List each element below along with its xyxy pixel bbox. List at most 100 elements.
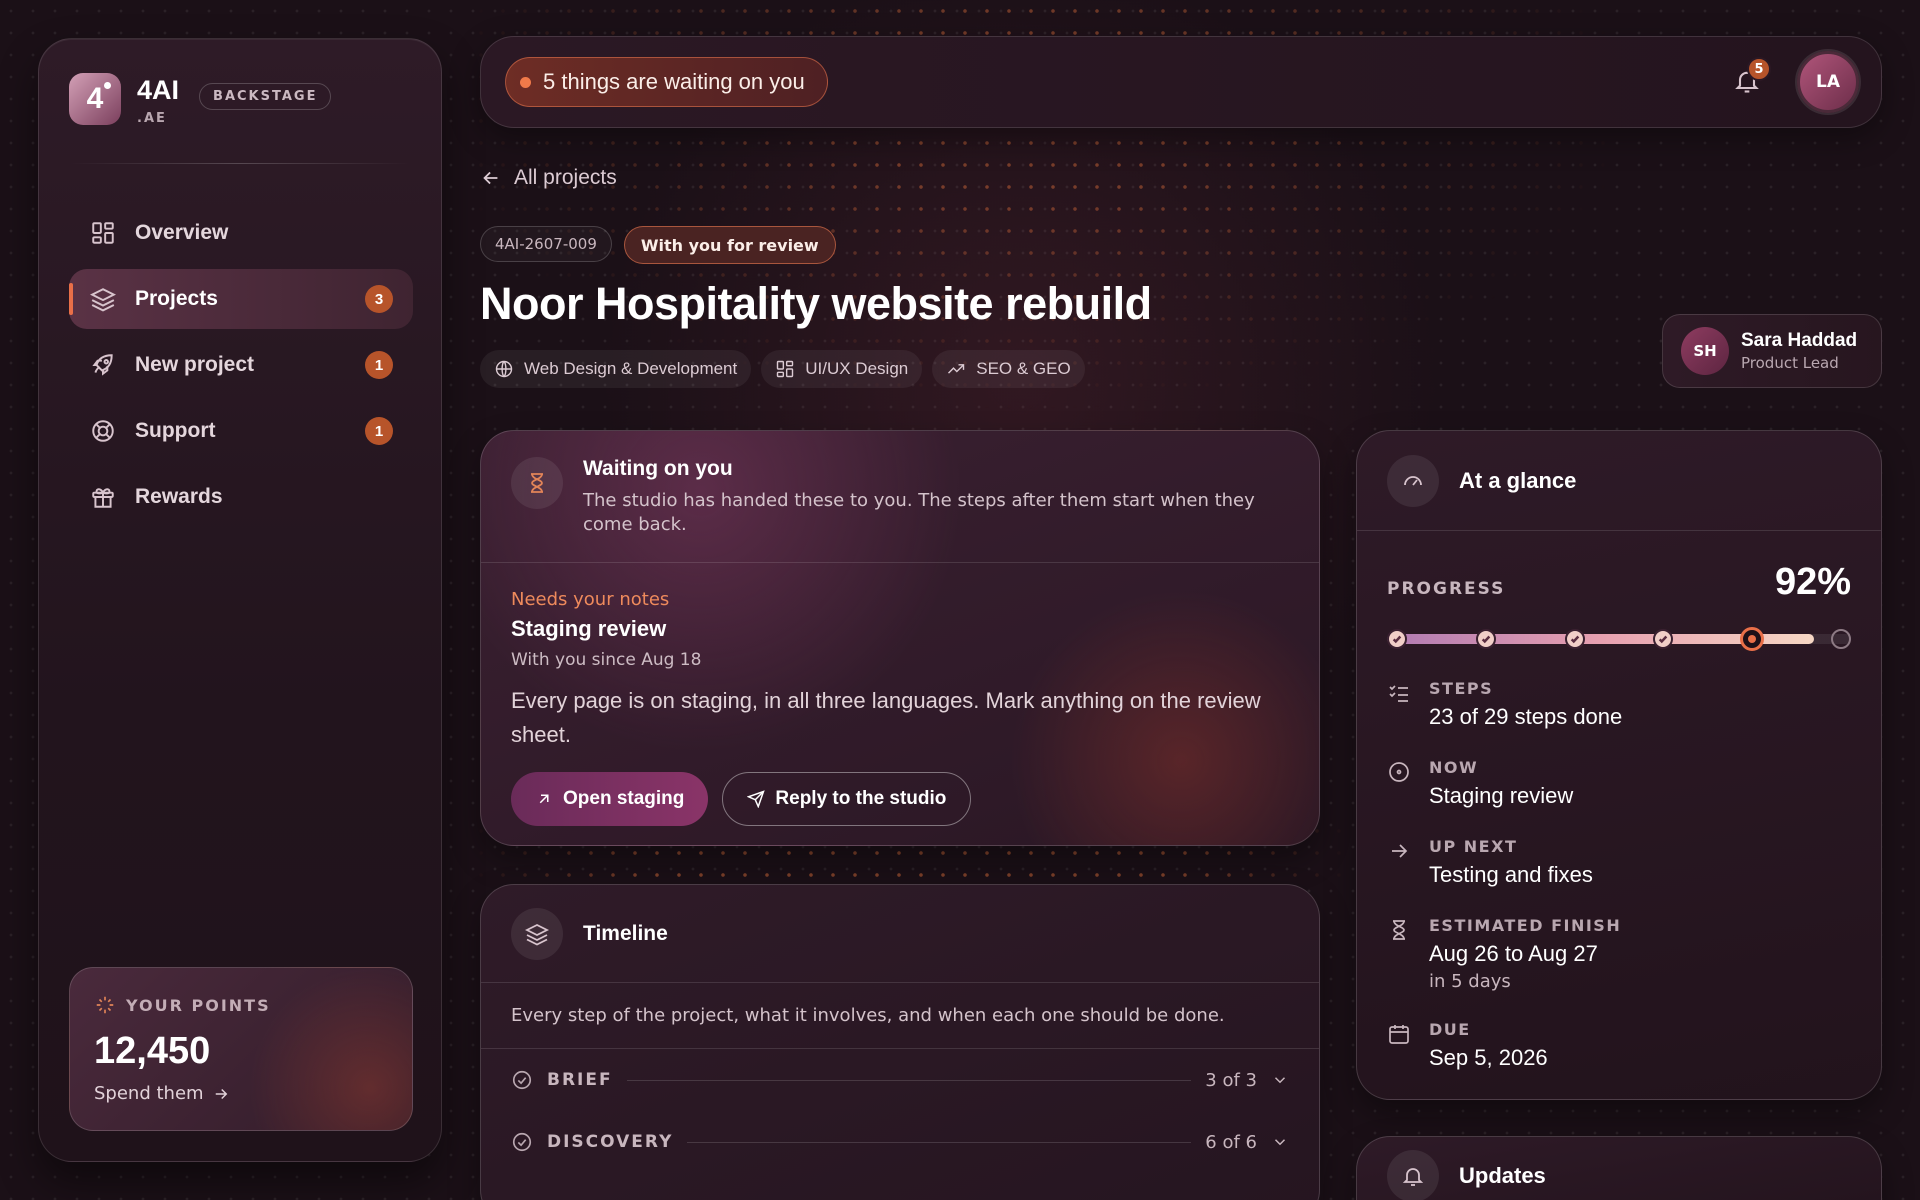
- rocket-icon: [89, 351, 117, 379]
- notification-count-badge: 5: [1747, 57, 1771, 81]
- facts-list: STEPS 23 of 29 steps done NOW Staging revi…: [1387, 679, 1851, 1099]
- notifications-button[interactable]: 5: [1733, 57, 1771, 97]
- brand[interactable]: 4 4AI .AE BACKSTAGE: [69, 73, 332, 126]
- card-header: Timeline: [481, 885, 1319, 983]
- brand-sub: .AE: [137, 111, 167, 126]
- grid-icon: [89, 219, 117, 247]
- fact-label: DUE: [1429, 1020, 1471, 1039]
- fact-now: NOW Staging review: [1387, 758, 1851, 809]
- lifebuoy-icon: [89, 417, 117, 445]
- card-header: At a glance: [1357, 431, 1881, 531]
- waiting-on-you-card: Waiting on you The studio has handed the…: [480, 430, 1320, 846]
- fact-label: UP NEXT: [1429, 837, 1518, 856]
- fact-value: Sep 5, 2026: [1429, 1045, 1548, 1070]
- back-to-projects-link[interactable]: All projects: [480, 166, 617, 190]
- lead-avatar: SH: [1681, 327, 1729, 375]
- sidebar-item-new-project[interactable]: New project 1: [69, 335, 413, 395]
- layers-icon: [511, 907, 563, 960]
- waiting-on-you-pill[interactable]: 5 things are waiting on you: [505, 57, 828, 107]
- card-description: The studio has handed these to you. The …: [583, 490, 1255, 535]
- phase-row-brief[interactable]: BRIEF 3 of 3: [481, 1049, 1319, 1111]
- tag-web-design: Web Design & Development: [480, 350, 752, 388]
- points-card: YOUR POINTS 12,450 Spend them: [69, 967, 413, 1131]
- fact-estimated-finish: ESTIMATED FINISH Aug 26 to Aug 27 in 5 day…: [1387, 916, 1851, 992]
- back-link-label: All projects: [514, 166, 617, 189]
- brand-logo: 4: [69, 73, 121, 125]
- sidebar-item-rewards[interactable]: Rewards: [69, 467, 413, 527]
- fact-value: Testing and fixes: [1429, 862, 1593, 887]
- item-since: With you since Aug 18: [511, 650, 702, 670]
- reply-to-studio-button[interactable]: Reply to the studio: [722, 772, 972, 826]
- gauge-icon: [1387, 454, 1439, 507]
- project-id-chip: 4AI-2607-009: [480, 226, 612, 262]
- arrow-left-icon: [483, 171, 498, 185]
- sidebar-nav: Overview Projects 3 New project 1 Suppor…: [69, 203, 413, 533]
- sidebar-item-label: Overview: [135, 221, 229, 244]
- bell-icon: [1387, 1150, 1439, 1200]
- card-title: Waiting on you: [583, 457, 733, 480]
- fact-sub: in 5 days: [1429, 971, 1511, 992]
- card-title: Updates: [1459, 1163, 1546, 1188]
- fact-label: ESTIMATED FINISH: [1429, 916, 1622, 935]
- item-tag: Needs your notes: [511, 589, 670, 610]
- target-icon: [1389, 762, 1409, 782]
- fact-value: Aug 26 to Aug 27: [1429, 941, 1598, 966]
- hourglass-icon: [1393, 920, 1405, 940]
- lead-role: Product Lead: [1741, 354, 1839, 372]
- gift-icon: [89, 483, 117, 511]
- grid-icon: [777, 360, 794, 378]
- check-circle-icon: [512, 1070, 532, 1090]
- sidebar-item-support[interactable]: Support 1: [69, 401, 413, 461]
- hourglass-icon: [511, 457, 563, 509]
- points-label-text: YOUR POINTS: [126, 995, 271, 1015]
- progress-label: PROGRESS: [1387, 578, 1506, 599]
- fact-label: STEPS: [1429, 679, 1494, 698]
- fact-label: NOW: [1429, 758, 1479, 777]
- sidebar-item-label: New project: [135, 353, 255, 376]
- fact-value: Staging review: [1429, 783, 1574, 808]
- phase-name: BRIEF: [547, 1070, 613, 1090]
- count-badge: 1: [365, 351, 393, 379]
- progress-value: 92%: [1774, 561, 1851, 603]
- tag-seo: SEO & GEO: [932, 350, 1085, 388]
- sidebar-item-projects[interactable]: Projects 3: [69, 269, 413, 329]
- user-avatar[interactable]: LA: [1797, 51, 1859, 113]
- phase-row-discovery[interactable]: DISCOVERY 6 of 6: [481, 1111, 1319, 1173]
- card-title: At a glance: [1459, 467, 1577, 493]
- card-title: Timeline: [583, 921, 668, 945]
- count-badge: 1: [365, 417, 393, 445]
- tag-uiux: UI/UX Design: [761, 350, 923, 388]
- globe-icon: [495, 360, 513, 378]
- timeline-card: Timeline Every step of the project, what…: [480, 884, 1320, 1200]
- item-description: Every page is on staging, in all three l…: [511, 688, 1261, 747]
- phase-name: DISCOVERY: [547, 1132, 674, 1152]
- product-lead-card[interactable]: SH Sara Haddad Product Lead: [1662, 314, 1882, 388]
- progress-step-done: [1475, 629, 1496, 649]
- backstage-badge: BACKSTAGE: [199, 83, 332, 110]
- check-circle-icon: [512, 1132, 532, 1152]
- sidebar-item-overview[interactable]: Overview: [69, 203, 413, 263]
- progress-step-done: [1387, 629, 1407, 649]
- phase-count: 6 of 6: [1205, 1131, 1257, 1153]
- trending-up-icon: [948, 364, 965, 374]
- phase-count: 3 of 3: [1205, 1069, 1257, 1091]
- item-title: Staging review: [511, 616, 667, 641]
- phase-divider: [687, 1141, 1192, 1143]
- progress-step-upcoming: [1831, 629, 1851, 649]
- spend-points-link[interactable]: Spend them: [94, 1083, 388, 1104]
- progress-step-done: [1564, 629, 1585, 649]
- fact-up-next: UP NEXT Testing and fixes: [1387, 837, 1851, 888]
- arrow-right-icon: [1392, 844, 1408, 858]
- spend-points-label: Spend them: [94, 1083, 204, 1104]
- brand-name: 4AI: [137, 75, 180, 105]
- fact-steps: STEPS 23 of 29 steps done: [1387, 679, 1851, 730]
- count-badge: 3: [365, 285, 393, 313]
- card-header: Updates: [1357, 1137, 1881, 1200]
- open-staging-button[interactable]: Open staging: [511, 772, 709, 826]
- tag-label: UI/UX Design: [805, 359, 909, 378]
- calendar-icon: [1389, 1025, 1409, 1044]
- sidebar-divider: [69, 163, 411, 164]
- status-badge: With you for review: [623, 226, 836, 264]
- lead-name: Sara Haddad: [1741, 330, 1858, 351]
- fact-value: 23 of 29 steps done: [1429, 704, 1623, 729]
